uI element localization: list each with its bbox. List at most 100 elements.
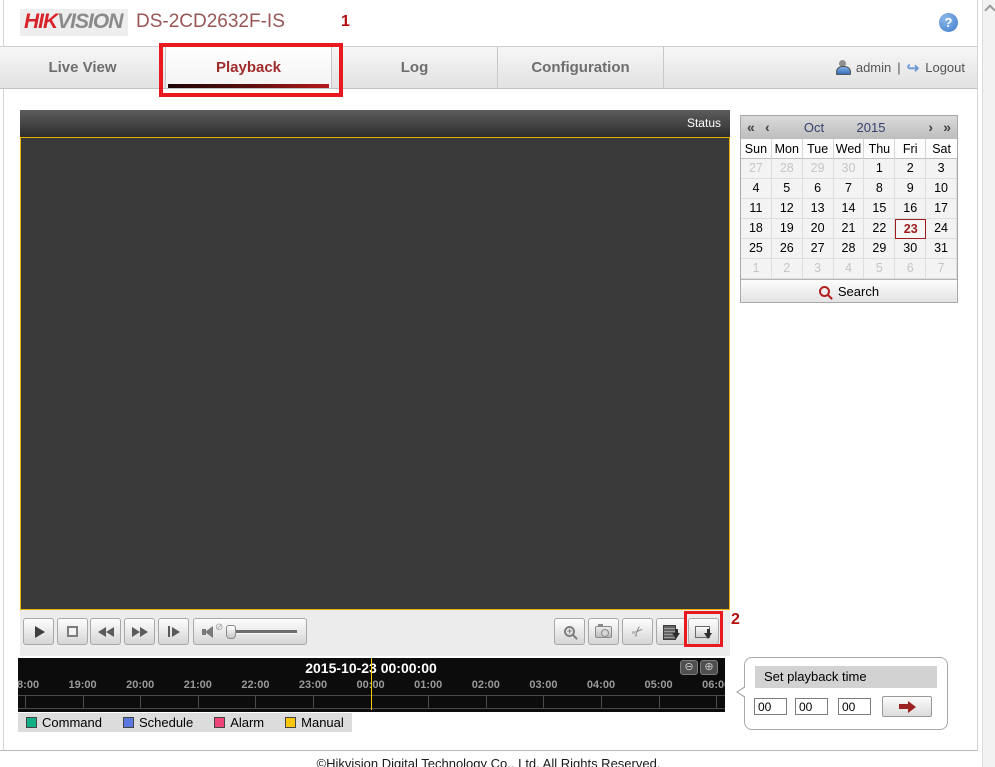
digital-zoom-button[interactable] (554, 618, 585, 645)
page-scrollbar[interactable] (982, 0, 995, 767)
calendar-day[interactable]: 18 (741, 219, 772, 239)
tab-live-view[interactable]: Live View (0, 47, 166, 88)
calendar-day[interactable]: 5 (772, 179, 803, 199)
timeline-tick-label: 02:00 (472, 679, 500, 691)
download-video-button[interactable] (656, 618, 687, 645)
calendar-day[interactable]: 17 (926, 199, 957, 219)
calendar-day[interactable]: 19 (772, 219, 803, 239)
legend-color-swatch (214, 717, 225, 728)
rewind-button[interactable] (90, 618, 121, 645)
calendar-day[interactable]: 8 (864, 179, 895, 199)
playback-minute-input[interactable] (795, 698, 828, 715)
play-icon (35, 626, 45, 638)
scrollbar-up-arrow-icon[interactable] (983, 6, 995, 22)
calendar-day[interactable]: 3 (926, 159, 957, 179)
timeline-tick-label: 23:00 (299, 679, 327, 691)
calendar-day[interactable]: 3 (803, 259, 834, 279)
volume-slider-track[interactable] (233, 630, 297, 633)
tab-configuration[interactable]: Configuration (498, 47, 664, 88)
calendar-next-month-icon[interactable]: › (928, 119, 933, 135)
timeline-tick-label: 03:00 (529, 679, 557, 691)
calendar-month-label[interactable]: Oct (794, 120, 834, 135)
timeline-zoom-in-icon[interactable]: ⊕ (700, 660, 718, 675)
calendar-day[interactable]: 15 (864, 199, 895, 219)
tab-log[interactable]: Log (332, 47, 498, 88)
calendar-day[interactable]: 7 (926, 259, 957, 279)
calendar-day[interactable]: 22 (864, 219, 895, 239)
calendar-day[interactable]: 5 (864, 259, 895, 279)
calendar-day[interactable]: 7 (834, 179, 865, 199)
calendar-prev-month-icon[interactable]: ‹ (765, 119, 770, 135)
calendar-next-year-icon[interactable]: » (943, 119, 951, 135)
timeline-zoom-out-icon[interactable]: ⊖ (680, 660, 698, 675)
calendar-day[interactable]: 6 (803, 179, 834, 199)
logout-button[interactable]: Logout (925, 60, 965, 75)
search-button[interactable]: Search (741, 279, 957, 302)
calendar-prev-year-icon[interactable]: « (747, 119, 755, 135)
calendar-year-label[interactable]: 2015 (849, 120, 893, 135)
calendar-day[interactable]: 20 (803, 219, 834, 239)
calendar-day[interactable]: 2 (895, 159, 926, 179)
timeline-tick-mark (313, 696, 314, 708)
video-display-area[interactable] (20, 137, 730, 610)
calendar-day[interactable]: 9 (895, 179, 926, 199)
calendar-day[interactable]: 1 (741, 259, 772, 279)
set-playback-time-title: Set playback time (755, 666, 937, 688)
frame-step-button[interactable] (158, 618, 189, 645)
calendar-day[interactable]: 29 (864, 239, 895, 259)
calendar-day[interactable]: 2 (772, 259, 803, 279)
playback-hour-input[interactable] (754, 698, 787, 715)
frame-step-icon (168, 626, 170, 637)
calendar-day[interactable]: 6 (895, 259, 926, 279)
weekday-label: Mon (772, 139, 803, 159)
calendar-day[interactable]: 11 (741, 199, 772, 219)
playback-timeline[interactable]: 2015-10-23 00:00:00 18:0019:0020:0021:00… (18, 658, 725, 712)
calendar-day[interactable]: 30 (895, 239, 926, 259)
calendar-day[interactable]: 24 (926, 219, 957, 239)
calendar-day[interactable]: 10 (926, 179, 957, 199)
stop-button[interactable] (57, 618, 88, 645)
timeline-tick-label: 04:00 (587, 679, 615, 691)
calendar-day[interactable]: 27 (741, 159, 772, 179)
calendar-day[interactable]: 4 (834, 259, 865, 279)
calendar-day[interactable]: 28 (772, 159, 803, 179)
timeline-tick-mark (198, 696, 199, 708)
set-time-go-button[interactable] (882, 696, 932, 717)
calendar-day[interactable]: 14 (834, 199, 865, 219)
calendar-day[interactable]: 16 (895, 199, 926, 219)
volume-control[interactable]: ⊘ (193, 618, 307, 645)
timeline-tick-mark (255, 696, 256, 708)
play-button[interactable] (23, 618, 54, 645)
calendar-day[interactable]: 28 (834, 239, 865, 259)
footer-divider (0, 750, 977, 751)
calendar-day[interactable]: 1 (864, 159, 895, 179)
calendar-day[interactable]: 29 (803, 159, 834, 179)
calendar-day[interactable]: 4 (741, 179, 772, 199)
calendar-day-selected[interactable]: 23 (895, 219, 926, 239)
calendar-day[interactable]: 27 (803, 239, 834, 259)
magnifier-zoom-icon (564, 626, 575, 637)
weekday-label: Sun (741, 139, 772, 159)
logout-icon[interactable]: ↪ (907, 59, 920, 77)
film-download-icon (663, 625, 681, 638)
calendar-day[interactable]: 12 (772, 199, 803, 219)
timeline-cursor[interactable] (371, 658, 372, 710)
playback-second-input[interactable] (838, 698, 871, 715)
calendar-day[interactable]: 25 (741, 239, 772, 259)
search-calendar: « ‹ Oct 2015 › » Sun Mon Tue Wed Thu Fri… (740, 115, 958, 303)
hikvision-playback-page: HIKVISION DS-2CD2632F-IS 1 ? Live View P… (0, 0, 995, 767)
calendar-day[interactable]: 21 (834, 219, 865, 239)
help-icon[interactable]: ? (939, 13, 958, 32)
fast-forward-button[interactable] (124, 618, 155, 645)
volume-slider-handle[interactable] (226, 625, 236, 639)
snapshot-button[interactable] (588, 618, 619, 645)
calendar-day[interactable]: 31 (926, 239, 957, 259)
legend-item-manual: Manual (285, 715, 344, 730)
calendar-day[interactable]: 26 (772, 239, 803, 259)
clip-button[interactable]: ✂ (622, 618, 653, 645)
calendar-day[interactable]: 13 (803, 199, 834, 219)
calendar-day[interactable]: 30 (834, 159, 865, 179)
timeline-tick-mark (543, 696, 544, 708)
playback-toolbar: ⊘ ✂ (20, 610, 730, 656)
weekday-label: Fri (895, 139, 926, 159)
